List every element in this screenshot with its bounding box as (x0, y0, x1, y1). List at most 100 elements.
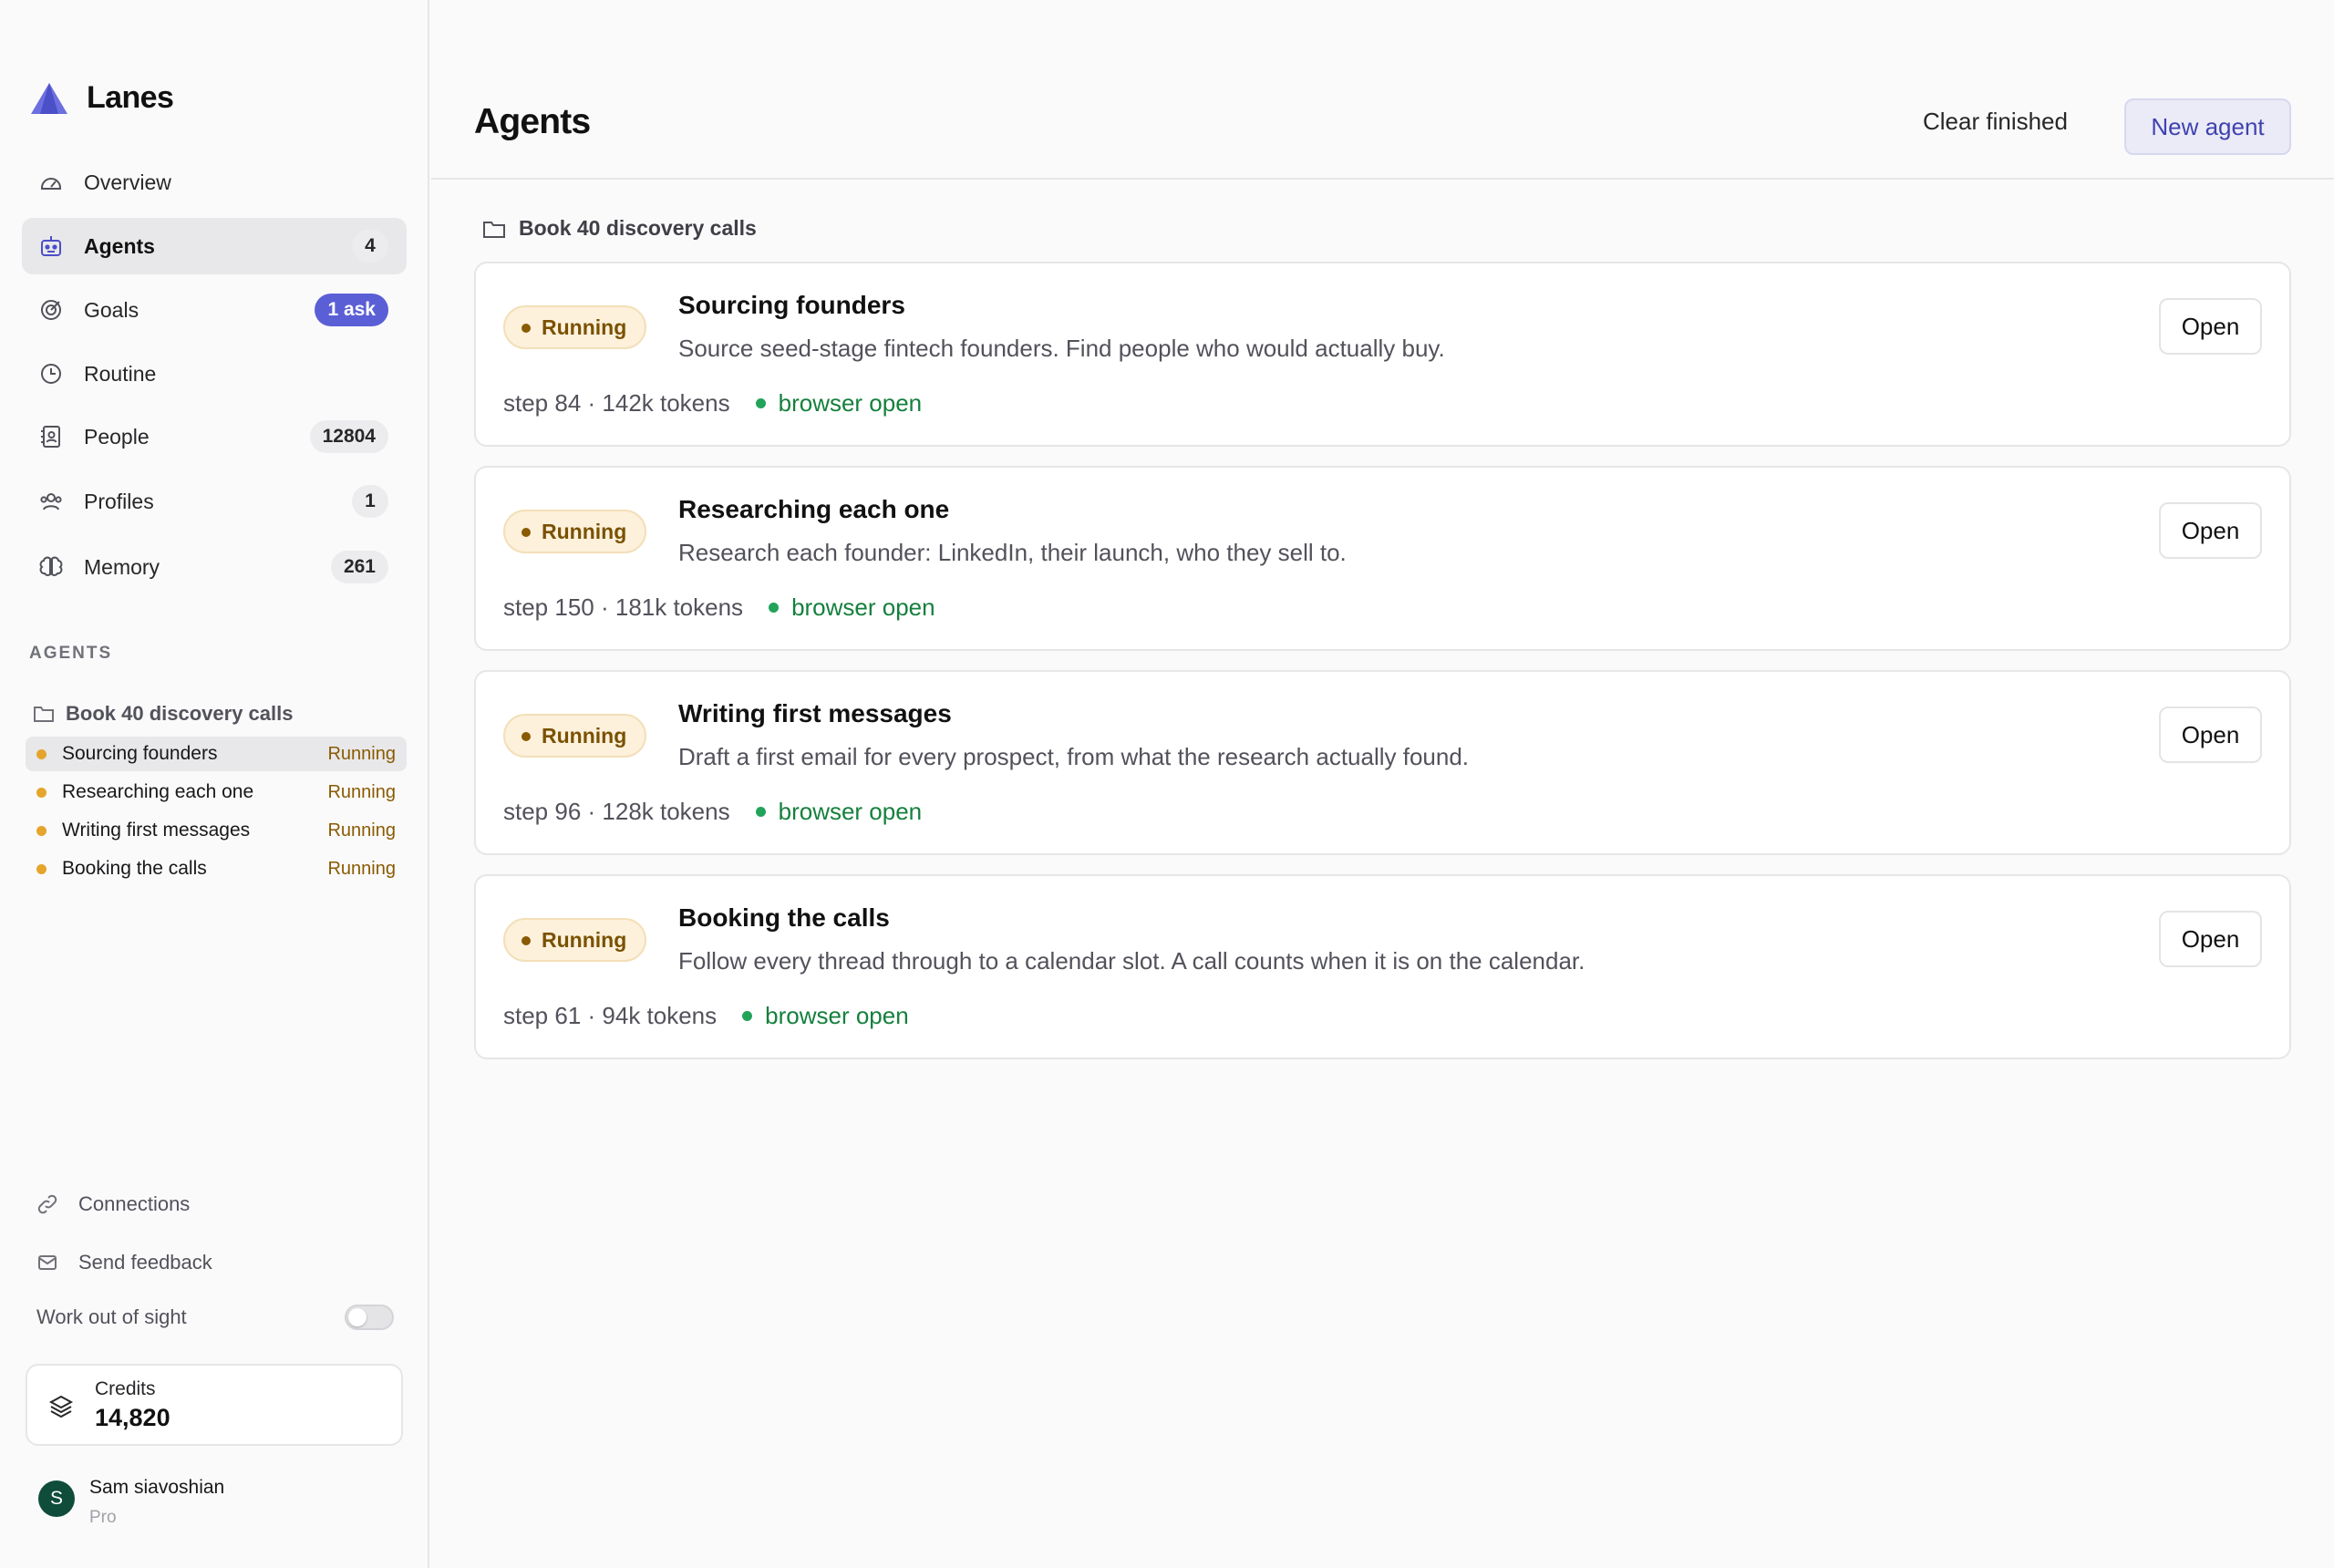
agent-status: Running (327, 820, 396, 841)
profiles-count-badge: 1 (352, 485, 388, 518)
clear-finished-button[interactable]: Clear finished (1923, 108, 2068, 136)
connections-link[interactable]: Connections (36, 1192, 190, 1216)
nav-item-goals[interactable]: Goals 1 ask (22, 282, 407, 338)
status-badge: Running (503, 918, 647, 962)
nav-item-overview[interactable]: Overview (22, 154, 407, 211)
nav-label: People (84, 424, 150, 449)
agent-name: Writing first messages (62, 820, 251, 841)
status-badge: Running (503, 714, 647, 758)
agent-name: Sourcing founders (62, 743, 218, 764)
agent-meta: step 150 · 181k tokens browser open (503, 593, 935, 622)
brain-icon (38, 554, 64, 580)
nav-label: Routine (84, 361, 157, 386)
agent-description: Follow every thread through to a calenda… (678, 947, 1585, 975)
agent-meta: step 61 · 94k tokens browser open (503, 1002, 909, 1030)
clock-icon (38, 361, 64, 387)
credits-label: Credits (95, 1378, 156, 1399)
folder-label: Book 40 discovery calls (66, 702, 294, 725)
agent-title: Booking the calls (678, 903, 890, 932)
users-icon (38, 489, 64, 514)
connections-label: Connections (78, 1192, 191, 1215)
sidebar-agent-row[interactable]: Writing first messages Running (26, 813, 407, 848)
status-badge: Running (503, 510, 647, 553)
browser-status: browser open (756, 389, 923, 418)
mail-icon (38, 1255, 57, 1270)
sidebar-agent-row[interactable]: Researching each one Running (26, 775, 407, 810)
agent-name: Researching each one (62, 781, 254, 802)
nav-label: Overview (84, 170, 171, 194)
people-count-badge: 12804 (309, 420, 388, 453)
credits-card[interactable]: Credits 14,820 (26, 1364, 403, 1446)
open-button[interactable]: Open (2159, 911, 2262, 967)
status-badge: Running (503, 305, 647, 349)
browser-status: browser open (756, 798, 923, 826)
browser-status: browser open (769, 593, 935, 622)
agents-count-badge: 4 (352, 230, 388, 263)
avatar: S (38, 1480, 75, 1517)
user-profile[interactable]: S Sam siavoshian Pro (38, 1477, 224, 1527)
target-icon (38, 297, 64, 323)
page-header: Agents Clear finished New agent (431, 0, 2334, 180)
work-out-of-sight-row: Work out of sight (36, 1305, 394, 1330)
goals-ask-badge[interactable]: 1 ask (315, 294, 388, 326)
send-feedback-link[interactable]: Send feedback (36, 1251, 212, 1274)
step-tokens: step 150 · 181k tokens (503, 593, 744, 621)
memory-count-badge: 261 (330, 551, 388, 583)
agent-status: Running (327, 743, 396, 764)
agent-meta: step 96 · 128k tokens browser open (503, 798, 922, 826)
brand[interactable]: Lanes (30, 80, 174, 116)
nav-item-memory[interactable]: Memory 261 (22, 539, 407, 595)
group-label: Book 40 discovery calls (519, 216, 757, 240)
work-out-of-sight-label: Work out of sight (36, 1305, 187, 1328)
agent-meta: step 84 · 142k tokens browser open (503, 389, 922, 418)
agent-group-header[interactable]: Book 40 discovery calls (482, 216, 757, 241)
sidebar-agent-row[interactable]: Booking the calls Running (26, 851, 407, 886)
agent-card[interactable]: Running Researching each one Research ea… (474, 466, 2291, 651)
open-button[interactable]: Open (2159, 298, 2262, 355)
folder-icon (483, 221, 505, 238)
layers-icon (48, 1395, 74, 1418)
agent-status: Running (327, 858, 396, 879)
agent-description: Draft a first email for every prospect, … (678, 743, 1470, 770)
user-plan: Pro (89, 1508, 117, 1527)
agent-title: Writing first messages (678, 699, 952, 727)
credits-value: 14,820 (95, 1404, 170, 1431)
send-feedback-label: Send feedback (78, 1251, 212, 1274)
agent-description: Research each founder: LinkedIn, their l… (678, 539, 1347, 566)
agent-card[interactable]: Running Booking the calls Follow every t… (474, 874, 2291, 1059)
lanes-logo-icon (31, 82, 67, 114)
main-content: Agents Clear finished New agent Book 40 … (431, 0, 2334, 1568)
agent-status: Running (327, 781, 396, 802)
contact-book-icon (38, 424, 64, 449)
status-dot (36, 826, 46, 836)
sidebar-agent-row[interactable]: Sourcing founders Running (26, 737, 407, 771)
agent-description: Source seed-stage fintech founders. Find… (678, 335, 1445, 362)
status-dot (36, 788, 46, 798)
user-name: Sam siavoshian (89, 1477, 225, 1498)
gauge-icon (38, 170, 64, 195)
nav-label: Goals (84, 297, 139, 322)
open-button[interactable]: Open (2159, 502, 2262, 559)
browser-status: browser open (742, 1002, 909, 1030)
toggle-knob (348, 1308, 367, 1326)
agent-name: Booking the calls (62, 858, 207, 879)
page-title: Agents (474, 102, 591, 141)
work-out-of-sight-toggle[interactable] (345, 1305, 394, 1330)
sidebar: Lanes Overview Agents 4 Goals 1 ask Rout… (0, 0, 429, 1568)
sidebar-folder[interactable]: Book 40 discovery calls (33, 702, 293, 726)
folder-icon (34, 707, 54, 722)
agent-title: Researching each one (678, 495, 950, 523)
nav-item-agents[interactable]: Agents 4 (22, 218, 407, 274)
nav-item-routine[interactable]: Routine (22, 346, 407, 402)
nav-item-people[interactable]: People 12804 (22, 408, 407, 465)
app-name: Lanes (87, 80, 174, 115)
agents-section-heading: AGENTS (29, 644, 113, 663)
step-tokens: step 96 · 128k tokens (503, 798, 730, 825)
agent-card[interactable]: Running Sourcing founders Source seed-st… (474, 262, 2291, 447)
step-tokens: step 84 · 142k tokens (503, 389, 730, 417)
open-button[interactable]: Open (2159, 707, 2262, 763)
new-agent-button[interactable]: New agent (2124, 98, 2291, 155)
nav-item-profiles[interactable]: Profiles 1 (22, 473, 407, 530)
status-dot (36, 749, 46, 759)
agent-card[interactable]: Running Writing first messages Draft a f… (474, 670, 2291, 855)
